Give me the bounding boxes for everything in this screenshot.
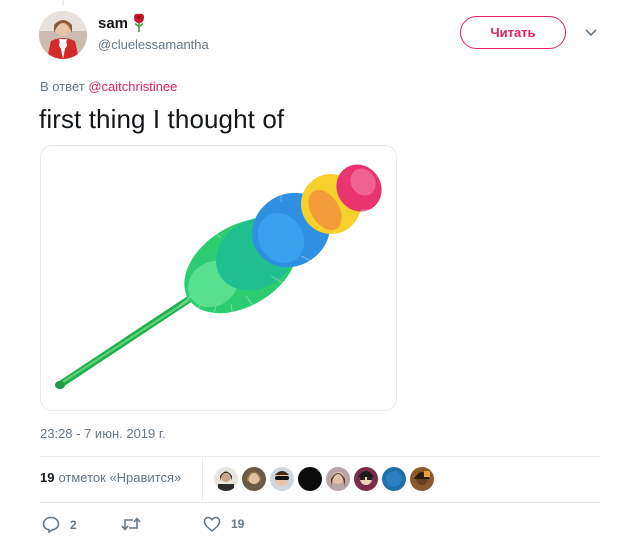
liker-avatar[interactable] — [326, 467, 350, 491]
tweet-timestamp[interactable]: 23:28 - 7 июн. 2019 г. — [40, 426, 166, 441]
likes-count: 19 — [40, 470, 55, 485]
author-handle[interactable]: @cluelessamantha — [98, 37, 209, 52]
like-count: 19 — [231, 517, 245, 531]
liker-avatars — [214, 467, 434, 491]
liker-avatar[interactable] — [298, 467, 322, 491]
liker-avatar[interactable] — [382, 467, 406, 491]
liker-avatar[interactable] — [410, 467, 434, 491]
display-name[interactable]: sam — [98, 15, 128, 32]
liker-avatar[interactable] — [242, 467, 266, 491]
likes-label: отметок «Нравится» — [58, 470, 182, 485]
reply-context: В ответ @caitchristinee — [40, 79, 177, 94]
avatar[interactable] — [39, 11, 87, 59]
divider — [40, 456, 600, 457]
reply-prefix: В ответ — [40, 79, 85, 94]
reply-icon — [42, 516, 60, 533]
follow-button[interactable]: Читать — [460, 16, 566, 49]
tweet-media[interactable] — [40, 145, 397, 411]
likes-summary[interactable]: 19 отметок «Нравится» — [40, 470, 181, 485]
reply-mention-link[interactable]: @caitchristinee — [88, 79, 177, 94]
chevron-down-icon[interactable] — [582, 25, 600, 41]
retweet-icon — [121, 517, 141, 531]
reply-button[interactable]: 2 — [42, 516, 77, 533]
liker-avatar[interactable] — [270, 467, 294, 491]
divider — [40, 502, 600, 503]
liker-avatar[interactable] — [214, 467, 238, 491]
like-button[interactable]: 19 — [203, 516, 244, 532]
feather-duster-image — [55, 157, 382, 389]
rose-icon — [132, 13, 146, 33]
thread-line — [62, 0, 64, 5]
heart-icon — [203, 516, 221, 532]
author-name-row[interactable]: sam — [98, 13, 146, 33]
liker-avatar[interactable] — [354, 467, 378, 491]
divider-vertical — [202, 458, 203, 500]
retweet-button[interactable] — [121, 516, 151, 532]
tweet-text: first thing I thought of — [39, 104, 285, 134]
reply-count: 2 — [70, 517, 77, 532]
